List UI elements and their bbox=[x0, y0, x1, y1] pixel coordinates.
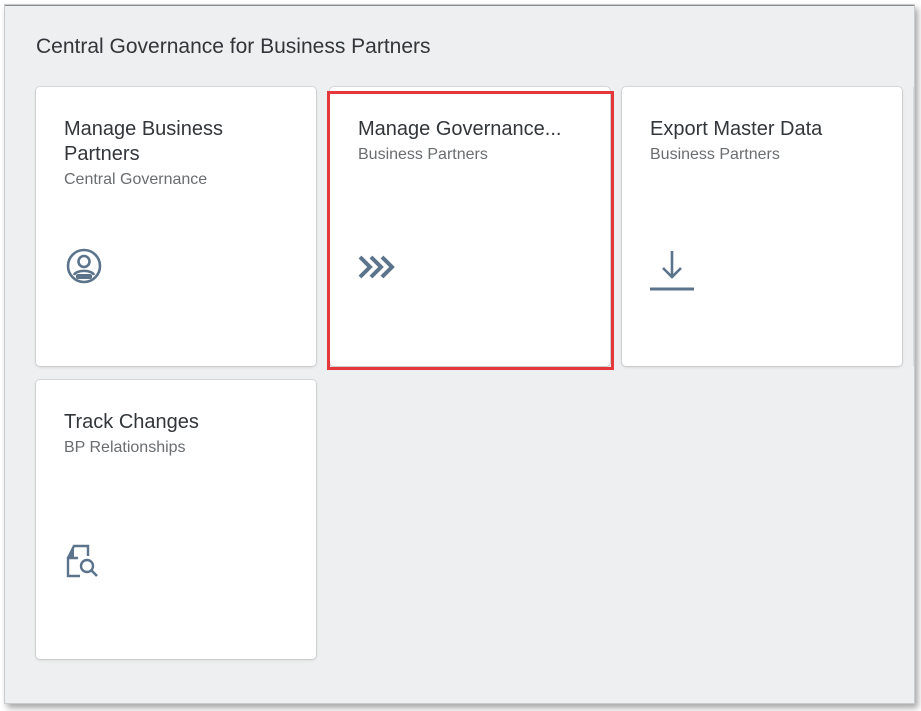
user-avatar-icon bbox=[64, 247, 104, 287]
tile-title: Export Master Data bbox=[650, 118, 823, 140]
tile-track-changes[interactable]: Track Changes BP Relationships bbox=[36, 380, 316, 659]
tile-title: Manage Business Partners bbox=[64, 118, 223, 165]
download-icon bbox=[650, 247, 698, 291]
tile-title: Track Changes bbox=[64, 411, 199, 433]
tile-manage-business-partners[interactable]: Manage Business Partners Central Governa… bbox=[36, 87, 316, 366]
tile-export-master-data[interactable]: Export Master Data Business Partners bbox=[622, 87, 902, 366]
tile-header: Track Changes BP Relationships bbox=[64, 410, 292, 459]
process-chevrons-icon bbox=[358, 247, 398, 287]
tile-header: Manage Governance... Business Partners bbox=[358, 117, 586, 166]
window-top-border bbox=[5, 5, 914, 6]
tile-subtitle: Business Partners bbox=[358, 146, 488, 163]
document-search-icon bbox=[64, 540, 104, 580]
tile-header: Export Master Data Business Partners bbox=[650, 117, 878, 166]
app-container: Central Governance for Business Partners… bbox=[4, 4, 915, 704]
tile-subtitle: Business Partners bbox=[650, 146, 780, 163]
tile-header: Manage Business Partners Central Governa… bbox=[64, 117, 292, 191]
group-title: Central Governance for Business Partners bbox=[36, 35, 431, 58]
tile-subtitle: Central Governance bbox=[64, 171, 208, 188]
tile-title: Manage Governance... bbox=[358, 118, 562, 140]
tile-manage-governance[interactable]: Manage Governance... Business Partners bbox=[330, 87, 610, 366]
tile-subtitle: BP Relationships bbox=[64, 439, 186, 456]
tile-partial-edge[interactable] bbox=[913, 87, 914, 366]
